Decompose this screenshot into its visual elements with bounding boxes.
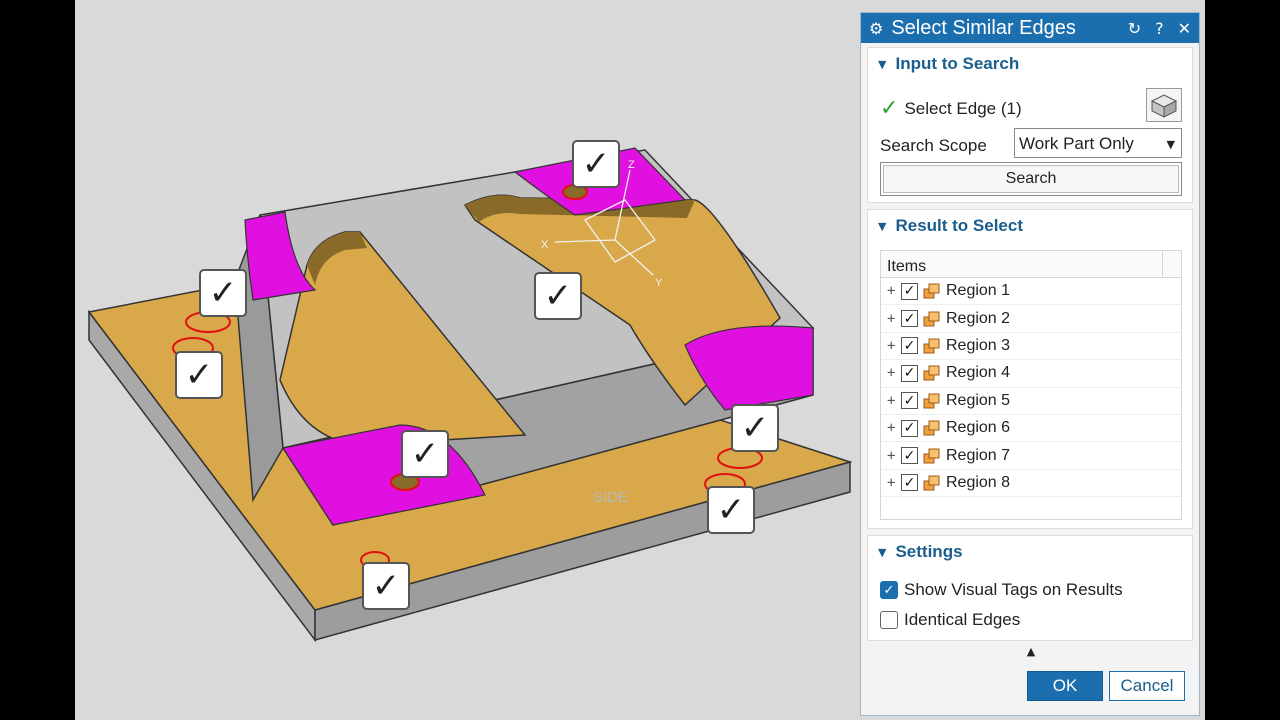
select-edge-button[interactable] [1146, 88, 1182, 122]
check-icon: ✓ [543, 276, 573, 316]
show-visual-tags-option[interactable]: ✓ Show Visual Tags on Results [880, 580, 1123, 600]
visual-tag[interactable]: ✓ [401, 430, 449, 478]
expand-plus-icon[interactable]: + [887, 475, 901, 491]
settings-group: ▼ Settings ✓ Show Visual Tags on Results… [867, 535, 1193, 641]
visual-tag[interactable]: ✓ [572, 140, 620, 188]
check-icon: ✓ [740, 408, 770, 448]
region-checkbox[interactable]: ✓ [901, 447, 918, 465]
select-edge-row[interactable]: ✓ Select Edge (1) [880, 96, 1022, 121]
tree-row[interactable]: + ✓ Region 4 [881, 360, 1181, 388]
visual-tag[interactable]: ✓ [731, 404, 779, 452]
search-button[interactable]: Search [880, 162, 1182, 196]
check-icon: ✓ [184, 355, 214, 395]
search-scope-dropdown[interactable]: Work Part Only ▼ [1014, 128, 1182, 158]
input-to-search-header[interactable]: ▼ Input to Search [868, 48, 1192, 80]
tree-column-header[interactable]: Items [881, 251, 1181, 278]
expand-plus-icon[interactable]: + [887, 338, 901, 354]
region-checkbox[interactable]: ✓ [901, 364, 918, 382]
visual-tag[interactable]: ✓ [362, 562, 410, 610]
settings-header[interactable]: ▼ Settings [868, 536, 1192, 568]
region-icon [923, 311, 940, 327]
close-icon[interactable]: ✕ [1178, 19, 1191, 38]
region-icon [923, 365, 940, 381]
collapse-triangle-icon: ▼ [878, 57, 887, 71]
ok-button[interactable]: OK [1027, 671, 1103, 701]
visual-tag[interactable]: ✓ [199, 269, 247, 317]
show-visual-tags-checkbox[interactable]: ✓ [880, 581, 898, 599]
tree-row[interactable]: + ✓ Region 1 [881, 278, 1181, 306]
tree-row[interactable]: + ✓ Region 5 [881, 388, 1181, 415]
visual-tag[interactable]: ✓ [534, 272, 582, 320]
tree-row[interactable]: + ✓ Region 7 [881, 442, 1181, 470]
side-face-label: SIDE [593, 489, 628, 506]
region-checkbox[interactable]: ✓ [901, 392, 918, 410]
cancel-button[interactable]: Cancel [1109, 671, 1185, 701]
expand-plus-icon[interactable]: + [887, 448, 901, 464]
region-icon [923, 475, 940, 491]
region-checkbox[interactable]: ✓ [901, 282, 918, 300]
expand-plus-icon[interactable]: + [887, 420, 901, 436]
tree-row[interactable]: + ✓ Region 3 [881, 333, 1181, 361]
reset-icon[interactable]: ↻ [1128, 19, 1141, 38]
region-icon [923, 338, 940, 354]
collapse-triangle-icon: ▼ [878, 545, 887, 559]
collapse-triangle-icon: ▼ [878, 219, 887, 233]
check-icon: ✓ [581, 144, 611, 184]
dialog-title: Select Similar Edges [891, 16, 1076, 39]
check-icon: ✓ [716, 490, 746, 530]
expand-plus-icon[interactable]: + [887, 311, 901, 327]
visual-tag[interactable]: ✓ [707, 486, 755, 534]
dialog-titlebar[interactable]: ⚙ Select Similar Edges ↻ ? ✕ [861, 13, 1199, 43]
region-label: Region 4 [946, 364, 1011, 382]
result-to-select-header[interactable]: ▼ Result to Select [868, 210, 1192, 242]
region-checkbox[interactable]: ✓ [901, 474, 918, 492]
region-checkbox[interactable]: ✓ [901, 310, 918, 328]
identical-edges-option[interactable]: Identical Edges [880, 610, 1020, 630]
input-to-search-group: ▼ Input to Search ✓ Select Edge (1) Sear… [867, 47, 1193, 203]
expand-plus-icon[interactable]: + [887, 283, 901, 299]
result-to-select-group: ▼ Result to Select Items + ✓ Region 1 + ✓ Reg… [867, 209, 1193, 529]
tree-row[interactable]: + ✓ Region 6 [881, 415, 1181, 443]
more-options-triangle-icon[interactable]: ▲ [861, 645, 1201, 658]
gear-icon[interactable]: ⚙ [869, 19, 883, 38]
tree-row[interactable]: + ✓ Region 2 [881, 305, 1181, 333]
region-checkbox[interactable]: ✓ [901, 419, 918, 437]
region-label: Region 3 [946, 336, 1011, 354]
check-icon: ✓ [410, 434, 440, 474]
region-icon [923, 283, 940, 299]
axis-z-label: Z [628, 159, 635, 171]
region-label: Region 6 [946, 419, 1011, 437]
region-label: Region 5 [946, 391, 1011, 409]
region-icon [923, 420, 940, 436]
help-icon[interactable]: ? [1155, 19, 1164, 38]
cube-icon [1150, 94, 1178, 118]
visual-tag[interactable]: ✓ [175, 351, 223, 399]
checkmark-icon: ✓ [880, 96, 899, 121]
search-scope-label: Search Scope [880, 136, 987, 155]
identical-edges-checkbox[interactable] [880, 611, 898, 629]
region-label: Region 7 [946, 446, 1011, 464]
result-tree[interactable]: Items + ✓ Region 1 + ✓ Region 2 + ✓ Region 3 + ✓ Re… [880, 250, 1182, 520]
region-label: Region 8 [946, 473, 1011, 491]
select-edge-label: Select Edge (1) [904, 98, 1022, 118]
region-label: Region 1 [946, 282, 1011, 300]
region-checkbox[interactable]: ✓ [901, 337, 918, 355]
axis-x-label: X [541, 239, 549, 251]
region-label: Region 2 [946, 309, 1011, 327]
select-similar-edges-dialog: ⚙ Select Similar Edges ↻ ? ✕ ▼ Input to … [860, 12, 1200, 716]
expand-plus-icon[interactable]: + [887, 365, 901, 381]
axis-y-label: Y [655, 277, 663, 289]
check-icon: ✓ [371, 566, 401, 606]
check-icon: ✓ [208, 273, 238, 313]
region-icon [923, 393, 940, 409]
tree-row[interactable]: + ✓ Region 8 [881, 470, 1181, 498]
region-icon [923, 448, 940, 464]
expand-plus-icon[interactable]: + [887, 393, 901, 409]
dropdown-arrow-icon: ▼ [1166, 138, 1175, 151]
